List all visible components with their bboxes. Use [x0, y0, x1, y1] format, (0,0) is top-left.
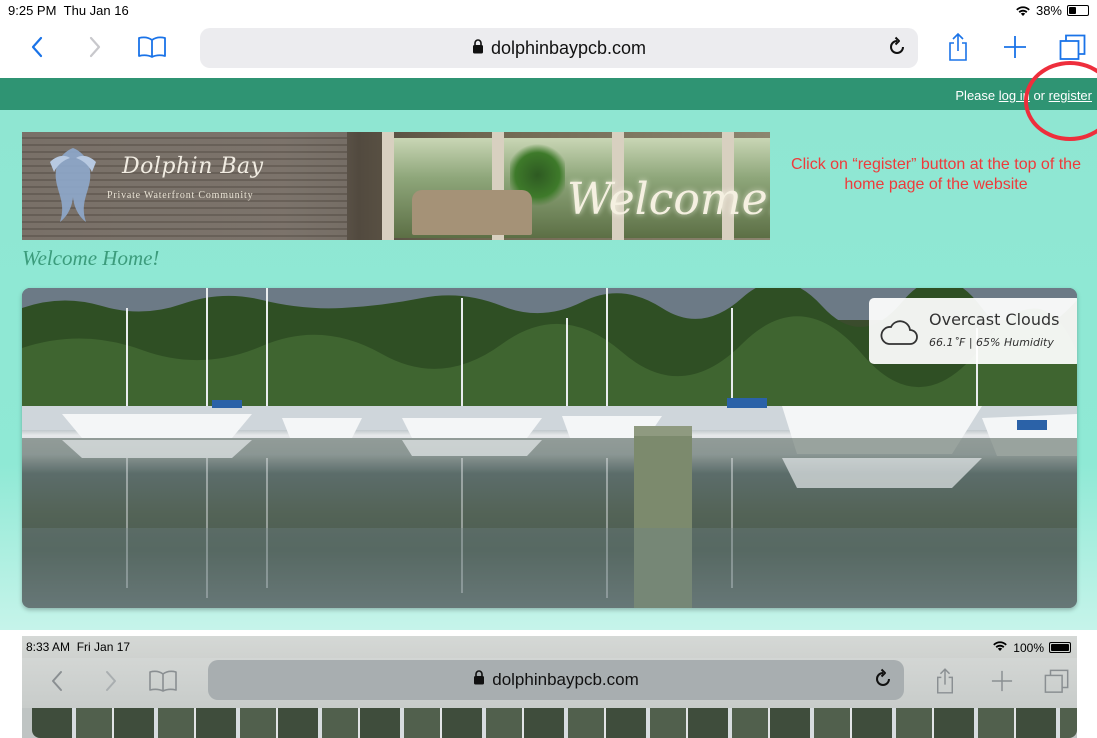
status-bar: 9:25 PM Thu Jan 16 38%	[0, 0, 1097, 22]
wifi-icon	[1015, 5, 1031, 17]
book-icon[interactable]	[134, 22, 170, 72]
url-text-2: dolphinbaypcb.com	[492, 670, 639, 689]
status-bar-2: 8:33 AM Fri Jan 17 100%	[22, 636, 1077, 658]
dolphin-logo-icon	[40, 142, 106, 237]
battery-icon	[1067, 5, 1089, 16]
time-text-2: 8:33 AM	[26, 640, 71, 654]
wifi-icon	[992, 640, 1008, 655]
status-right: 38%	[1015, 3, 1089, 18]
status-time: 9:25 PM Thu Jan 16	[8, 3, 129, 18]
battery-percent-2: 100%	[1013, 640, 1044, 655]
marina-hero-image: Overcast Clouds 66.1˚F | 65% Humidity	[22, 288, 1077, 608]
lock-icon	[473, 670, 485, 690]
weather-widget: Overcast Clouds 66.1˚F | 65% Humidity	[869, 298, 1077, 364]
chevron-right-icon[interactable]	[96, 658, 126, 704]
weather-detail: 66.1˚F | 65% Humidity	[929, 336, 1054, 349]
chevron-left-icon[interactable]	[42, 658, 72, 704]
lock-icon	[472, 38, 484, 59]
weather-condition: Overcast Clouds	[929, 310, 1060, 329]
battery-percent: 38%	[1035, 3, 1062, 18]
date-text: Thu Jan 16	[63, 3, 129, 18]
couch-image	[412, 190, 532, 235]
status-right-2: 100%	[992, 640, 1071, 655]
time-text: 9:25 PM	[8, 3, 57, 18]
plus-icon[interactable]	[987, 658, 1017, 704]
address-bar-2[interactable]: dolphinbaypcb.com	[208, 660, 904, 700]
address-bar[interactable]: dolphinbaypcb.com	[200, 28, 918, 68]
reload-icon[interactable]	[872, 668, 894, 695]
url-text: dolphinbaypcb.com	[490, 37, 647, 58]
welcome-home-heading: Welcome Home!	[22, 246, 160, 270]
share-icon[interactable]	[930, 658, 960, 704]
marina-hero-image-partial	[32, 708, 1077, 738]
instruction-annotation: Click on “register” button at the top of…	[791, 156, 1081, 193]
website-page: Please log in or register Dolphin Bay Pr…	[0, 78, 1097, 630]
browser-toolbar-2: dolphinbaypcb.com	[22, 658, 1077, 708]
plus-icon[interactable]	[1000, 22, 1030, 72]
second-screenshot: 8:33 AM Fri Jan 17 100% dolphinbaypcb.co…	[22, 636, 1077, 738]
banner-tagline: Private Waterfront Community	[107, 190, 254, 201]
login-prefix: Please	[955, 88, 999, 103]
chevron-right-icon[interactable]	[80, 22, 110, 72]
date-text-2: Fri Jan 17	[76, 640, 131, 654]
banner-welcome: Welcome.	[567, 174, 770, 225]
chevron-left-icon[interactable]	[22, 22, 52, 72]
status-time-2: 8:33 AM Fri Jan 17	[26, 640, 130, 654]
composite-screenshot: 9:25 PM Thu Jan 16 38% dolphinbaypcb.com	[0, 0, 1097, 738]
tabs-icon[interactable]	[1042, 658, 1072, 704]
share-icon[interactable]	[943, 22, 973, 72]
banner-brand: Dolphin Bay	[122, 154, 264, 179]
book-icon[interactable]	[146, 658, 180, 704]
browser-toolbar: dolphinbaypcb.com	[0, 22, 1097, 76]
site-banner[interactable]: Dolphin Bay Private Waterfront Community…	[22, 132, 770, 240]
reload-icon[interactable]	[886, 36, 908, 63]
battery-icon	[1049, 642, 1071, 653]
site-header: Please log in or register	[0, 78, 1097, 110]
